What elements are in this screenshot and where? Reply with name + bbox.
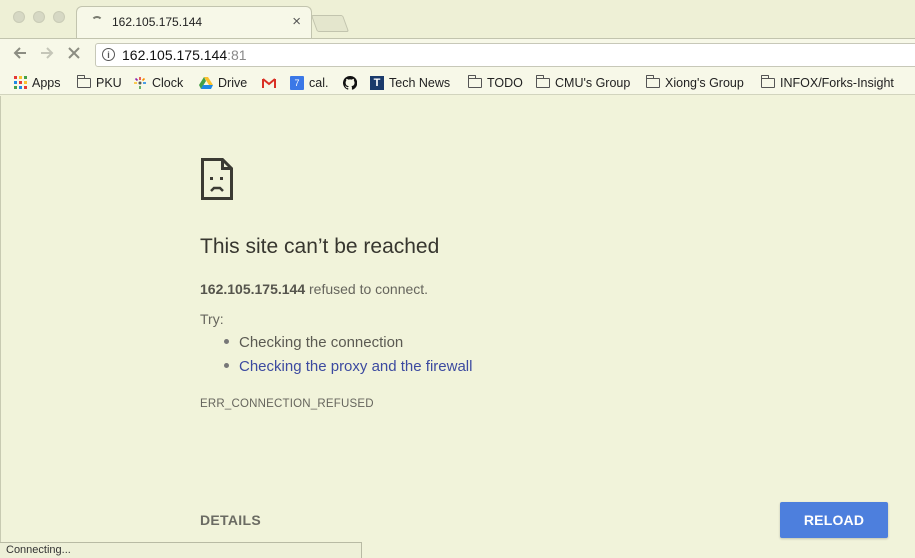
bookmark-calendar[interactable]: 7 cal. (290, 74, 328, 91)
github-icon (343, 75, 357, 90)
new-tab-button[interactable] (310, 15, 350, 32)
stop-loading-icon[interactable] (64, 44, 84, 64)
apps-grid-icon (14, 76, 27, 89)
minimize-window-button[interactable] (33, 11, 45, 23)
folder-icon (468, 74, 482, 88)
suggestion-check-proxy-link[interactable]: Checking the proxy and the firewall (224, 358, 472, 375)
gmail-icon (262, 77, 276, 88)
tab-title: 162.105.175.144 (112, 15, 203, 29)
forward-arrow-icon[interactable] (37, 44, 57, 64)
window-edge (0, 96, 1, 542)
folder-icon (77, 74, 91, 88)
drive-icon (199, 76, 213, 89)
bookmark-xiongs-group[interactable]: Xiong's Group (646, 74, 744, 91)
url-text: 162.105.175.144:81 (122, 47, 247, 63)
bookmark-gmail[interactable] (262, 74, 276, 91)
bookmark-github[interactable] (343, 74, 357, 91)
navigation-toolbar: i 162.105.175.144:81 (0, 38, 915, 70)
title-bar: 162.105.175.144 × (0, 0, 915, 39)
bookmark-infox-forks-insight[interactable]: INFOX/Forks-Insight (761, 74, 894, 91)
error-message: 162.105.175.144 refused to connect. (200, 281, 429, 297)
bookmark-clock[interactable]: Clock (133, 74, 183, 91)
sad-document-icon (201, 158, 233, 200)
technews-icon: T (370, 75, 384, 90)
bookmark-tech-news[interactable]: T Tech News (370, 74, 450, 91)
browser-tab[interactable]: 162.105.175.144 × (76, 6, 312, 39)
bookmark-pku[interactable]: PKU (77, 74, 122, 91)
details-button[interactable]: DETAILS (200, 512, 261, 528)
folder-icon (536, 74, 550, 88)
error-code: ERR_CONNECTION_REFUSED (200, 398, 374, 410)
bookmark-drive[interactable]: Drive (199, 74, 247, 91)
error-heading: This site can’t be reached (200, 235, 440, 258)
status-bubble: Connecting... (0, 542, 362, 558)
folder-icon (761, 74, 775, 88)
info-icon[interactable]: i (102, 48, 115, 61)
zoom-window-button[interactable] (53, 11, 65, 23)
calendar-icon: 7 (290, 75, 304, 90)
bookmark-apps[interactable]: Apps (14, 74, 61, 91)
folder-icon (646, 74, 660, 88)
tab-close-icon[interactable]: × (292, 13, 301, 30)
bookmarks-bar: Apps PKU Clock Drive 7 cal. T Tech News (0, 70, 915, 95)
reload-button[interactable]: RELOAD (780, 502, 888, 538)
clock-icon (134, 76, 146, 89)
loading-spinner-icon (91, 16, 103, 28)
address-bar[interactable]: i 162.105.175.144:81 (95, 43, 915, 67)
bookmark-todo[interactable]: TODO (468, 74, 523, 91)
suggestion-check-connection: Checking the connection (224, 334, 403, 351)
back-arrow-icon[interactable] (10, 44, 30, 64)
try-label: Try: (200, 311, 224, 327)
close-window-button[interactable] (13, 11, 25, 23)
bookmark-cmus-group[interactable]: CMU's Group (536, 74, 630, 91)
